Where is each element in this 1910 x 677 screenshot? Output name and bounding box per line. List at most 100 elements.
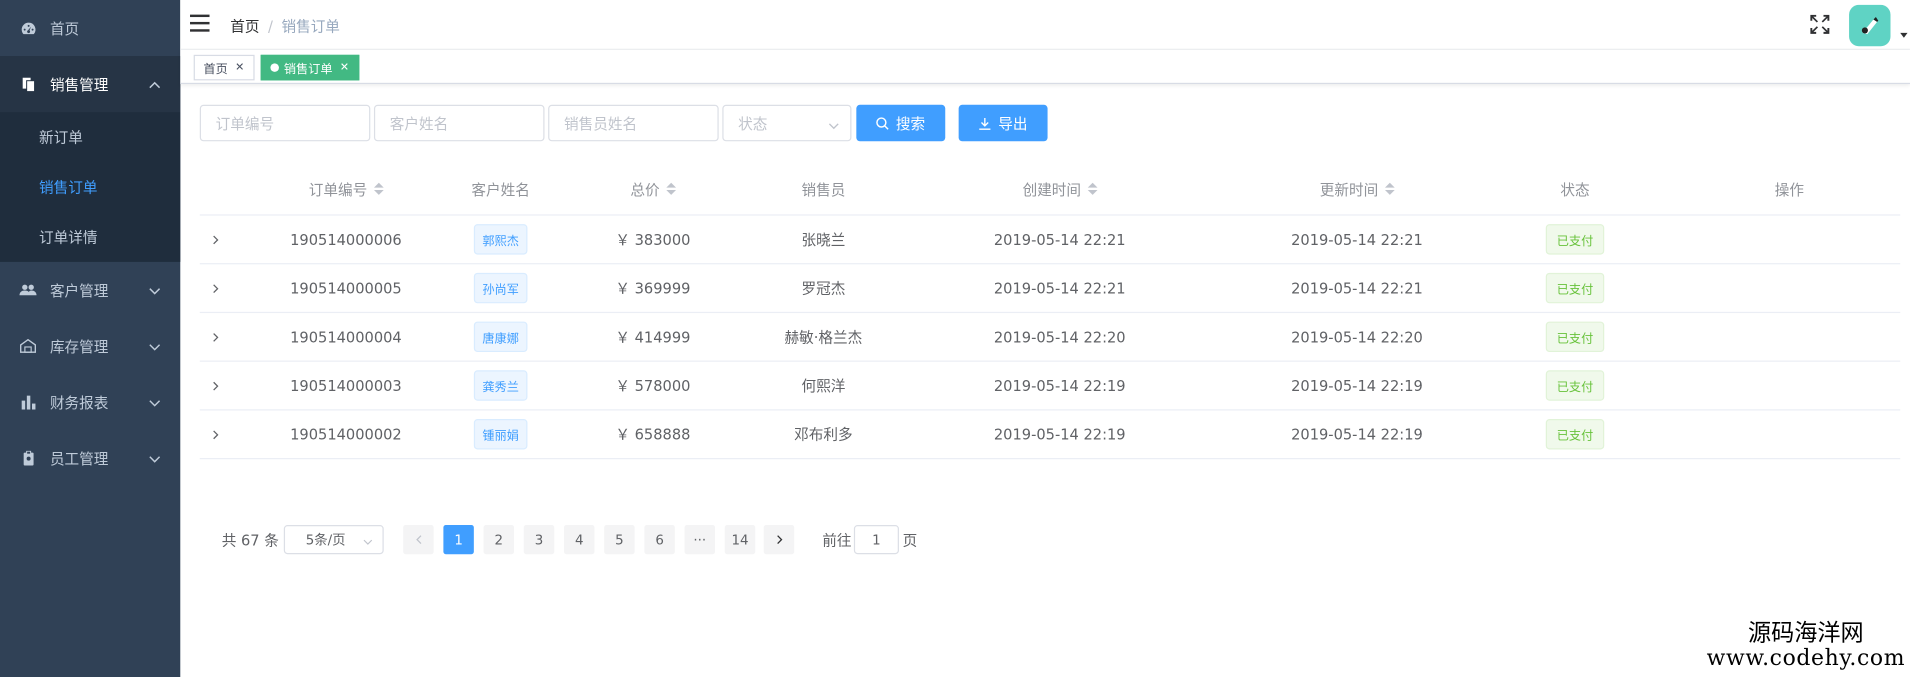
col-header-label: 订单编号 [308,180,368,198]
order-no-cell: 190514000006 [248,216,443,264]
price-cell: ￥ 578000 [577,362,728,410]
close-icon[interactable]: ✕ [340,62,349,74]
chevron-up-icon [149,78,161,90]
export-button[interactable]: 导出 [958,104,1048,142]
sort-icon[interactable] [1384,182,1395,195]
page-button[interactable]: 2 [483,525,515,555]
active-dot [270,63,279,72]
price-cell: ￥ 414999 [577,313,728,361]
sidebar-item-customers[interactable]: 客户管理 [0,262,180,318]
price-text: ￥ 658888 [615,426,691,444]
expand-row-icon[interactable] [200,313,232,361]
sidebar-item-new-order[interactable]: 新订单 [0,112,180,162]
page-button[interactable]: 3 [523,525,555,555]
updated-cell: 2019-05-14 22:19 [1238,410,1477,458]
page-button[interactable]: 4 [563,525,595,555]
page-button[interactable]: 1 [443,525,474,555]
breadcrumb-separator: / [268,18,273,36]
table-body: 190514000006 郭熙杰 ￥ 383000 张晓兰 2019-05-14 22:… [199,216,1901,460]
breadcrumb: 首页 / 销售订单 [230,16,340,37]
seller-cell: 罗冠杰 [748,264,899,312]
seller-cell: 张晓兰 [748,216,899,264]
sidebar-item-sales[interactable]: 销售管理 [0,56,181,113]
order-no-cell: 190514000004 [248,313,443,361]
search-button[interactable]: 搜索 [856,104,946,142]
col-header-price[interactable]: 总价 [577,163,728,214]
order-no-text: 190514000003 [290,377,402,395]
tag-label: 销售订单 [283,63,333,77]
col-header-created[interactable]: 创建时间 [940,163,1179,214]
customer-cell: 龚秀兰 [426,362,575,410]
chevron-down-icon [149,452,161,464]
next-page-button[interactable] [763,525,795,555]
sort-icon[interactable] [1087,182,1097,195]
status-tag: 已支付 [1545,321,1605,353]
table-row: 190514000002 锺丽娟 ￥ 658888 邓布利多 2019-05-14 22… [199,410,1901,460]
warehouse-icon [19,337,37,354]
status-cell: 已支付 [1514,264,1636,312]
expand-row-icon[interactable] [200,216,232,264]
sidebar-item-staff[interactable]: 员工管理 [0,430,180,486]
price-text: ￥ 578000 [615,377,691,395]
price-cell: ￥ 658888 [577,410,728,458]
close-icon[interactable]: ✕ [235,62,244,74]
hamburger-menu-icon[interactable] [190,14,210,32]
page-ellipsis[interactable]: ··· [684,525,716,555]
expand-row-icon[interactable] [200,410,232,458]
updated-cell: 2019-05-14 22:20 [1238,313,1477,361]
chevron-down-icon [149,340,161,352]
sidebar-item-label: 员工管理 [49,450,109,468]
updated-cell: 2019-05-14 22:21 [1238,216,1477,264]
status-cell: 已支付 [1514,216,1636,264]
fullscreen-icon[interactable] [1810,14,1830,34]
sidebar-item-home[interactable]: 首页 [0,0,180,56]
seller-text: 何熙洋 [801,377,846,395]
table-row: 190514000003 龚秀兰 ￥ 578000 何熙洋 2019-05-14 22:… [199,362,1901,411]
status-tag: 已支付 [1545,419,1605,450]
prev-page-button[interactable] [403,525,434,555]
page-size-select[interactable]: 5条/页 [283,525,384,555]
sidebar-item-order-detail[interactable]: 订单详情 [0,212,180,262]
tag-home[interactable]: 首页 ✕ [193,54,255,81]
user-avatar[interactable] [1849,4,1891,47]
status-tag: 已支付 [1545,224,1605,255]
status-cell: 已支付 [1514,410,1636,458]
sort-icon[interactable] [665,182,676,195]
col-header-order-no[interactable]: 订单编号 [248,163,443,214]
sidebar-item-inventory[interactable]: 库存管理 [0,318,180,374]
order-no-input[interactable]: 订单编号 [199,104,371,142]
page-button[interactable]: 5 [604,525,635,555]
col-header-status: 状态 [1514,163,1636,214]
chevron-left-icon [415,535,421,544]
status-select[interactable]: 状态 [722,104,852,142]
customer-tag: 孙尚军 [473,272,528,304]
expand-row-icon[interactable] [200,264,232,312]
customer-cell: 唐康娜 [426,313,575,361]
table-row: 190514000004 唐康娜 ￥ 414999 赫敏·格兰杰 2019-05-14 … [199,313,1901,362]
page-button[interactable]: 14 [724,525,756,555]
seller-name-input[interactable]: 销售员姓名 [548,104,719,142]
breadcrumb-current: 销售订单 [281,18,340,36]
status-cell: 已支付 [1514,313,1636,361]
sidebar-item-label: 客户管理 [49,281,109,300]
goto-page-input[interactable]: 1 [853,525,899,555]
created-text: 2019-05-14 22:20 [993,328,1126,346]
tag-sales-orders[interactable]: 销售订单 ✕ [260,54,359,81]
col-header-updated[interactable]: 更新时间 [1238,163,1477,214]
customer-tag: 锺丽娟 [473,419,528,450]
customer-cell: 锺丽娟 [426,410,575,458]
customer-name-input[interactable]: 客户姓名 [373,104,545,142]
sidebar-item-finance[interactable]: 财务报表 [0,374,180,430]
col-header-customer: 客户姓名 [426,163,575,214]
export-button-label: 导出 [998,115,1028,133]
customer-tag: 龚秀兰 [473,370,528,401]
sidebar-item-sales-orders[interactable]: 销售订单 [0,162,180,212]
breadcrumb-home[interactable]: 首页 [230,18,259,35]
expand-row-icon[interactable] [200,362,232,410]
sort-icon[interactable] [373,182,384,195]
search-button-label: 搜索 [895,115,926,133]
document-icon [19,76,36,93]
page-button[interactable]: 6 [644,525,675,555]
pagination-total: 共 67 条 [221,532,279,550]
caret-down-icon[interactable] [1900,32,1908,38]
